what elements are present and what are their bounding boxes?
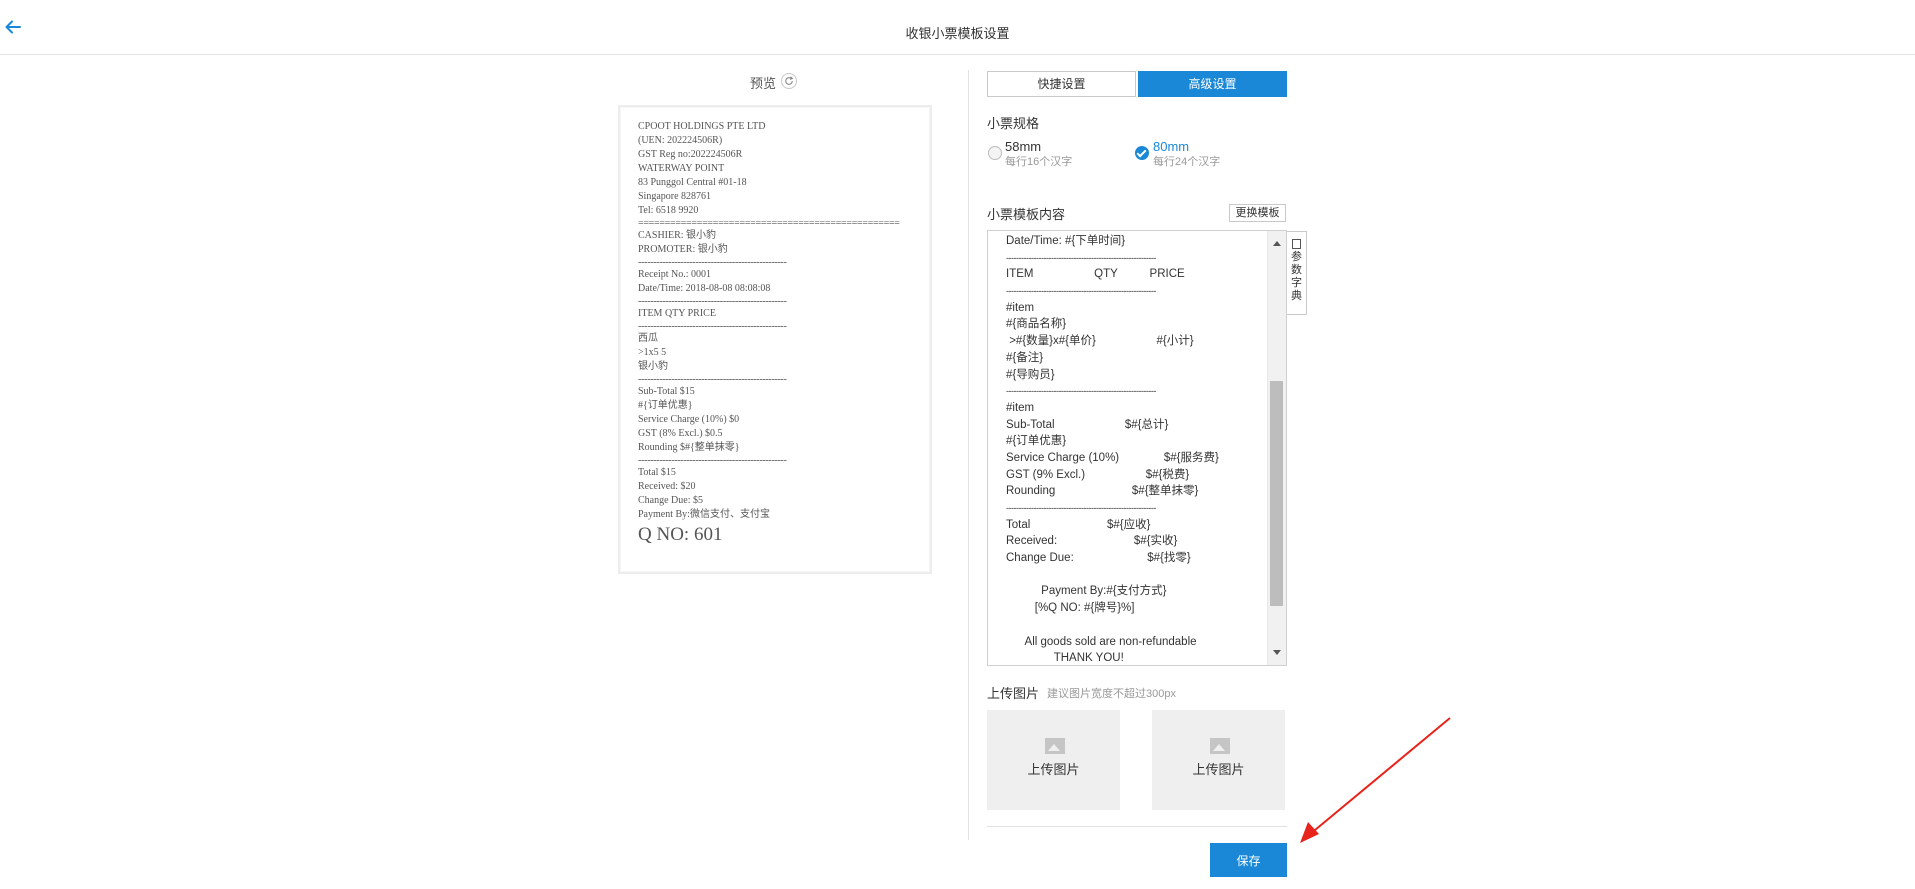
receipt-line: Total $15 (638, 467, 676, 478)
template-line: Service Charge (10%) $#{服务费} (1006, 451, 1219, 464)
receipt-line: Tel: 6518 9920 (638, 205, 699, 216)
receipt-line: Service Charge (10%) $0 (638, 414, 740, 425)
template-line: >#{数量}x#{单价} #{小计} (1006, 335, 1194, 348)
receipt-separator: ----------------------------------------… (638, 296, 787, 307)
template-line: Change Due: $#{找零} (1006, 552, 1191, 565)
upload-image-box-1[interactable]: 上传图片 (987, 710, 1120, 810)
template-line: ----------------------------------------… (1006, 386, 1156, 397)
radio-58mm[interactable] (988, 146, 1002, 160)
template-line (1006, 567, 1256, 584)
receipt-line: CASHIER: 银小豹 (638, 230, 717, 241)
receipt-line: ITEM QTY PRICE (638, 308, 716, 319)
image-icon (1210, 738, 1230, 754)
template-line: Total $#{应收} (1006, 518, 1151, 531)
receipt-separator: ----------------------------------------… (638, 257, 787, 268)
tab-advanced-settings[interactable]: 高级设置 (1138, 71, 1287, 97)
spec-label: 小票规格 (987, 116, 1040, 131)
scrollbar[interactable] (1267, 231, 1286, 665)
template-line: [%Q NO: #{牌号}%] (1006, 602, 1135, 615)
receipt-line: 西瓜 (638, 333, 658, 344)
preview-label: 预览 (750, 76, 777, 91)
refresh-icon[interactable] (781, 73, 797, 89)
parameter-dictionary-tab[interactable]: 参数字典 (1287, 231, 1307, 315)
template-line: #item (1006, 301, 1035, 314)
book-icon (1292, 239, 1301, 249)
receipt-line: PROMOTER: 银小豹 (638, 244, 728, 255)
receipt-line: Date/Time: 2018-08-08 08:08:08 (638, 283, 771, 294)
receipt-line: 银小豹 (638, 361, 668, 372)
option-58mm-label[interactable]: 58mm (1005, 139, 1041, 154)
upload-box-label: 上传图片 (1192, 762, 1245, 777)
receipt-line: Q NO: 601 (638, 524, 723, 545)
column-divider (968, 70, 969, 840)
receipt-line: Receipt No.: 0001 (638, 269, 712, 280)
template-line: Date/Time: #{下单时间} (1006, 235, 1126, 247)
tab-quick-settings[interactable]: 快捷设置 (987, 71, 1136, 97)
receipt-separator: ----------------------------------------… (638, 455, 787, 466)
footer-divider (987, 826, 1287, 827)
receipt-preview: CPOOT HOLDINGS PTE LTD (UEN: 202224506R) G… (618, 105, 932, 574)
option-58mm-desc: 每行16个汉字 (1005, 156, 1073, 168)
template-line: ITEM QTY PRICE (1006, 268, 1185, 281)
receipt-line: >1x5 5 (638, 347, 667, 358)
template-line: Sub-Total $#{总计} (1006, 418, 1169, 431)
option-80mm-desc: 每行24个汉字 (1153, 156, 1221, 168)
receipt-line: Singapore 828761 (638, 191, 712, 202)
change-template-button[interactable]: 更换模板 (1229, 204, 1286, 222)
receipt-line: CPOOT HOLDINGS PTE LTD (638, 121, 766, 132)
option-80mm-label[interactable]: 80mm (1153, 139, 1189, 154)
template-line: THANK YOU! (1006, 652, 1124, 665)
receipt-line: Payment By:微信支付、支付宝 (638, 509, 770, 520)
receipt-line: Change Due: $5 (638, 495, 703, 506)
template-line: ----------------------------------------… (1006, 286, 1156, 297)
save-button[interactable]: 保存 (1210, 843, 1287, 877)
template-line: Received: $#{实收} (1006, 535, 1178, 548)
page-title: 收银小票模板设置 (905, 26, 1010, 41)
scroll-up-icon[interactable] (1273, 241, 1281, 246)
template-label: 小票模板内容 (987, 207, 1066, 222)
receipt-line: Rounding $#{整单抹零} (638, 442, 740, 453)
receipt-separator: ----------------------------------------… (638, 321, 787, 332)
template-line (1006, 617, 1256, 634)
receipt-line: WATERWAY POINT (638, 163, 725, 174)
receipt-line: Sub-Total $15 (638, 386, 695, 397)
radio-80mm-checked[interactable] (1135, 146, 1149, 160)
receipt-line: GST Reg no:202224506R (638, 149, 743, 160)
template-line: Rounding $#{整单抹零} (1006, 485, 1199, 498)
top-bar: 收银小票模板设置 (0, 0, 1915, 55)
template-line: #{导购员} (1006, 368, 1055, 381)
red-arrow-annotation (1300, 717, 1451, 843)
upload-hint: 建议图片宽度不超过300px (1047, 688, 1176, 700)
receipt-line: Received: $20 (638, 481, 696, 492)
template-line: ----------------------------------------… (1006, 252, 1156, 263)
receipt-line: #{订单优惠} (638, 400, 693, 411)
receipt-line: GST (8% Excl.) $0.5 (638, 428, 723, 439)
upload-image-box-2[interactable]: 上传图片 (1152, 710, 1285, 810)
upload-box-label: 上传图片 (1027, 762, 1080, 777)
parameter-dictionary-label: 参数字典 (1291, 251, 1302, 302)
template-line: #{商品名称} (1006, 318, 1067, 331)
template-line: All goods sold are non-refundable (1006, 635, 1197, 648)
receipt-line: (UEN: 202224506R) (638, 135, 723, 146)
scroll-down-icon[interactable] (1273, 650, 1281, 655)
upload-label: 上传图片 (987, 686, 1040, 701)
template-line: ----------------------------------------… (1006, 503, 1156, 513)
image-icon (1045, 738, 1065, 754)
template-editor[interactable]: Date/Time: #{下单时间} ----------------------… (987, 230, 1287, 666)
scrollbar-thumb[interactable] (1270, 381, 1283, 606)
template-line: Payment By:#{支付方式} (1006, 585, 1167, 598)
template-text[interactable]: Date/Time: #{下单时间} ----------------------… (1006, 233, 1256, 665)
template-line: GST (9% Excl.) $#{税费} (1006, 468, 1190, 481)
receipt-separator: ----------------------------------------… (638, 374, 787, 385)
template-line: #{订单优惠} (1006, 435, 1067, 448)
template-line: #{备注} (1006, 351, 1044, 364)
template-line: #item (1006, 401, 1035, 414)
receipt-separator: ========================================… (638, 218, 900, 229)
receipt-line: 83 Punggol Central #01-18 (638, 177, 747, 188)
